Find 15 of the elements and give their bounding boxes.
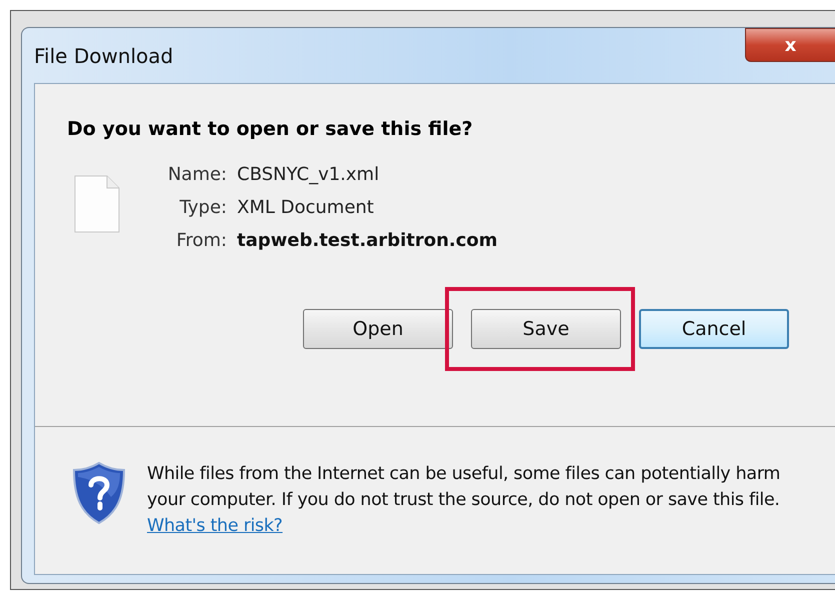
field-value: CBSNYC_v1.xml [237, 164, 380, 185]
shield-question-icon [71, 461, 127, 525]
dialog-button[interactable]: Open [303, 309, 453, 349]
warning-text: While files from the Internet can be useful, some files can potentially harm your computer. If you do not trust the source, do not open or save this file. What's the risk? [147, 463, 782, 538]
field-label: Type: [178, 197, 228, 218]
dialog-button[interactable]: Cancel [639, 309, 789, 349]
dialog-heading: Do you want to open or save this file? [67, 118, 474, 140]
field-label: From: [175, 230, 228, 251]
field-label: Name: [166, 164, 228, 185]
risk-link[interactable]: What's the risk? [147, 516, 283, 536]
close-button[interactable]: x [745, 28, 835, 62]
window-title: File Download [34, 44, 174, 68]
field-value: XML Document [237, 197, 375, 218]
dialog-button[interactable]: Save [471, 309, 621, 349]
field-value: tapweb.test.arbitron.com [237, 230, 498, 251]
